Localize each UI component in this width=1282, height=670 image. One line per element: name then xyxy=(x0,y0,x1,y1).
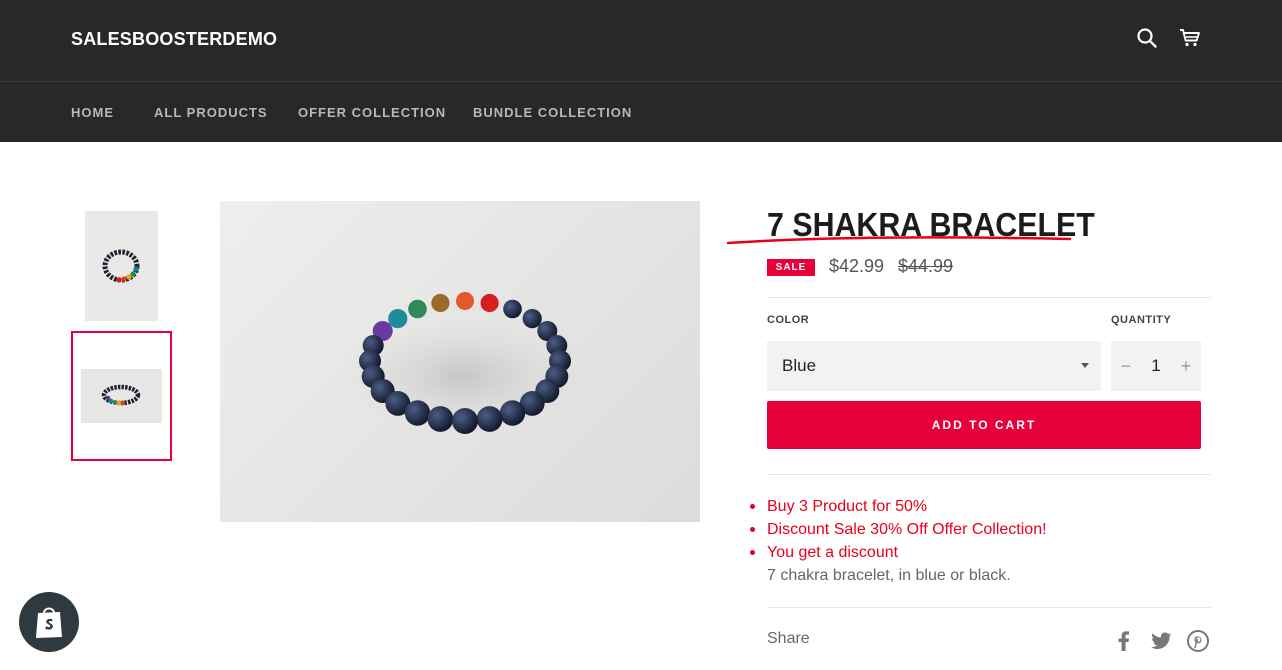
offer-item: Discount Sale 30% Off Offer Collection! xyxy=(750,518,1047,541)
nav-item-offer-collection[interactable]: OFFER COLLECTION xyxy=(298,105,446,120)
search-icon[interactable] xyxy=(1135,26,1159,50)
cart-icon[interactable] xyxy=(1178,26,1202,50)
shopify-badge-button[interactable] xyxy=(19,592,79,652)
sale-price: $42.99 xyxy=(829,256,885,276)
twitter-icon[interactable] xyxy=(1148,628,1174,654)
title-underline-annotation xyxy=(726,236,1072,245)
bracelet-bead xyxy=(499,400,526,426)
quantity-stepper: − 1 + xyxy=(1111,341,1201,391)
bracelet-photo xyxy=(338,292,588,434)
product-main-image[interactable] xyxy=(220,201,700,522)
description-text: 7 chakra bracelet, in blue or black. xyxy=(767,567,1011,584)
quantity-decrease-button[interactable]: − xyxy=(1114,355,1138,377)
bracelet-bead xyxy=(456,292,474,310)
quantity-label: QUANTITY xyxy=(1111,314,1172,326)
product-thumbnail-1[interactable] xyxy=(85,211,158,321)
quantity-input[interactable]: 1 xyxy=(1145,356,1167,376)
nav-item-home[interactable]: HOME xyxy=(71,105,114,120)
bracelet-bead xyxy=(476,406,503,432)
product-description: Buy 3 Product for 50% Discount Sale 30% … xyxy=(750,495,1047,587)
color-label: COLOR xyxy=(767,314,810,326)
add-to-cart-button[interactable]: ADD TO CART xyxy=(767,401,1201,449)
bracelet-bead xyxy=(404,400,431,426)
bracelet-bead xyxy=(452,408,478,434)
color-select-value: Blue xyxy=(782,356,817,375)
share-label: Share xyxy=(767,630,810,647)
bracelet-bead xyxy=(522,309,542,329)
compare-at-price: $44.99 xyxy=(898,256,954,276)
nav-item-bundle-collection[interactable]: BUNDLE COLLECTION xyxy=(473,105,632,120)
site-header: SALESBOOSTERDEMO xyxy=(0,0,1282,82)
bracelet-bead xyxy=(427,406,454,432)
divider xyxy=(767,607,1211,608)
sale-badge: SALE xyxy=(767,259,815,276)
bracelet-bead xyxy=(480,293,499,313)
nav-item-all-products[interactable]: ALL PRODUCTS xyxy=(154,105,268,120)
divider xyxy=(767,297,1211,298)
shopify-bag-icon xyxy=(36,607,62,638)
bracelet-bead xyxy=(431,293,450,313)
site-logo[interactable]: SALESBOOSTERDEMO xyxy=(71,29,277,50)
quantity-increase-button[interactable]: + xyxy=(1174,355,1198,377)
bracelet-thumbnail-image xyxy=(102,249,140,283)
bracelet-bead xyxy=(408,299,427,319)
facebook-icon[interactable] xyxy=(1111,628,1137,654)
color-select[interactable]: Blue xyxy=(767,341,1101,391)
offer-item: Buy 3 Product for 50% xyxy=(750,495,1047,518)
main-nav: HOME ALL PRODUCTS OFFER COLLECTION BUNDL… xyxy=(0,82,1282,142)
chevron-down-icon xyxy=(1081,363,1089,368)
bracelet-thumbnail-image xyxy=(81,369,162,423)
pinterest-icon[interactable] xyxy=(1185,628,1211,654)
offer-item: You get a discount xyxy=(750,541,1047,564)
product-thumbnail-2-selected[interactable] xyxy=(71,331,172,461)
divider xyxy=(767,474,1211,475)
bracelet-bead xyxy=(388,309,408,329)
bracelet-bead xyxy=(503,299,522,319)
